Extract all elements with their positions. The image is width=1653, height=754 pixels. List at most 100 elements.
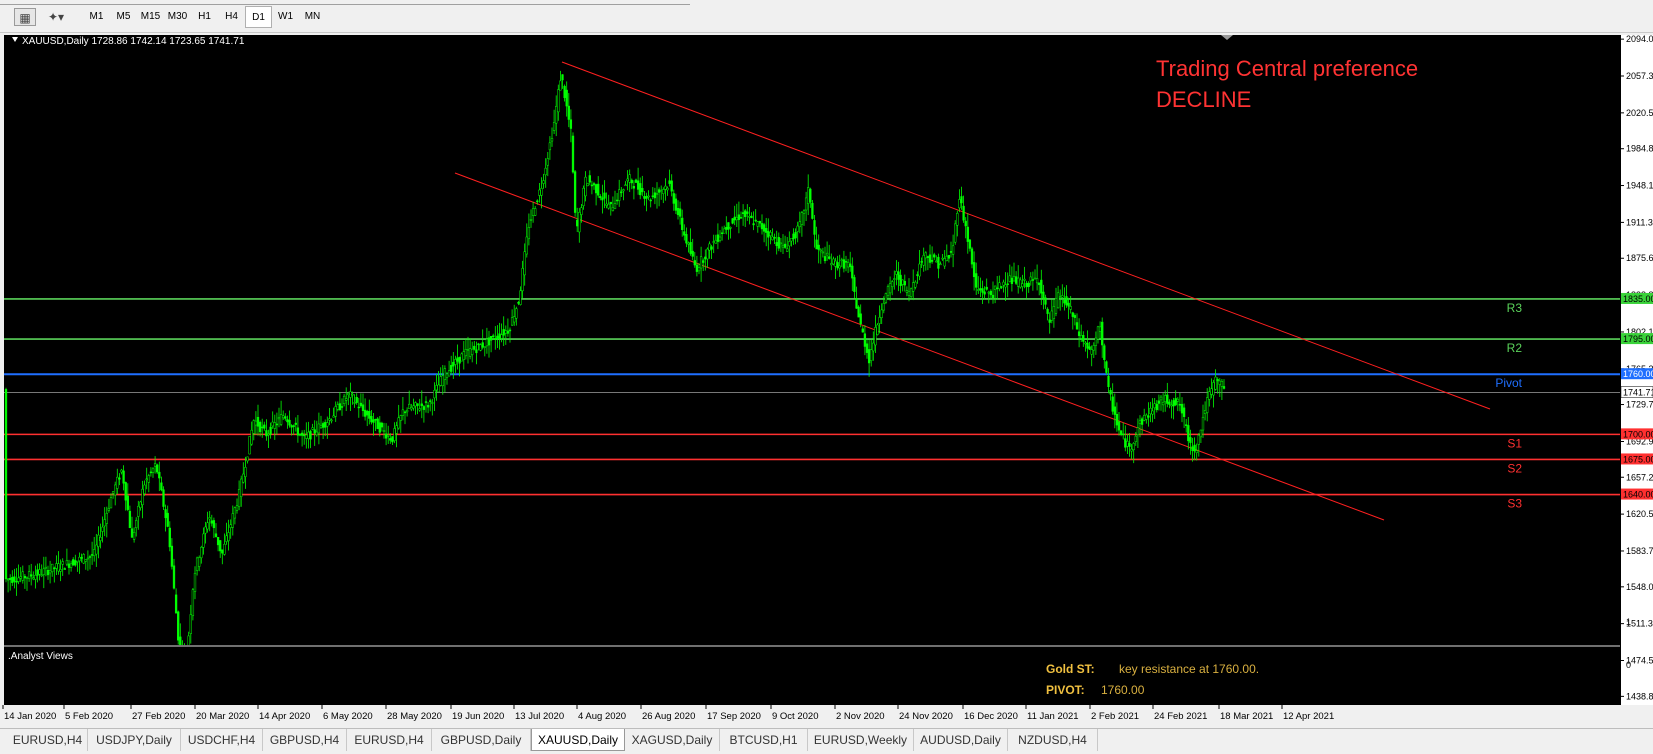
timeframe-m30[interactable]: M30 bbox=[164, 6, 191, 28]
chart-tab-eurusd-h4[interactable]: EURUSD,H4 bbox=[347, 729, 432, 751]
timeframe-mn[interactable]: MN bbox=[299, 6, 326, 28]
candle-body bbox=[340, 406, 344, 408]
candle-body bbox=[741, 212, 745, 214]
candle-body bbox=[198, 557, 201, 567]
candle-body bbox=[116, 476, 119, 489]
chart-tab-usdchf-h4[interactable]: USDCHF,H4 bbox=[181, 729, 263, 751]
channel-upper-line[interactable] bbox=[561, 61, 1491, 410]
candle-body bbox=[809, 188, 812, 203]
timeframe-m15[interactable]: M15 bbox=[137, 6, 164, 28]
candle-body bbox=[1119, 430, 1123, 435]
analyst-views-title: .Analyst Views bbox=[8, 651, 73, 662]
candle-body bbox=[504, 330, 507, 334]
timeframe-d1[interactable]: D1 bbox=[245, 6, 272, 28]
candle-body bbox=[258, 422, 262, 433]
chart-tab-gbpusd-h4[interactable]: GBPUSD,H4 bbox=[263, 729, 347, 751]
price-label-s2: 1675.00 bbox=[1623, 454, 1653, 464]
timeframe-m5[interactable]: M5 bbox=[110, 6, 137, 28]
timeframe-w1[interactable]: W1 bbox=[272, 6, 299, 28]
timeframe-h4[interactable]: H4 bbox=[218, 6, 245, 28]
candle-body bbox=[683, 231, 686, 236]
chart-tab-xagusd-daily[interactable]: XAGUSD,Daily bbox=[625, 729, 720, 751]
candle-body bbox=[1117, 421, 1121, 431]
candle-body bbox=[750, 215, 753, 219]
timeframe-h1[interactable]: H1 bbox=[191, 6, 218, 28]
chart-tab-btcusd-h1[interactable]: BTCUSD,H1 bbox=[720, 729, 808, 751]
candle-body bbox=[345, 398, 348, 401]
chart-canvas[interactable]: XAUUSD,Daily 1728.86 1742.14 1723.65 174… bbox=[4, 35, 1620, 645]
timeframe-m1[interactable]: M1 bbox=[83, 6, 110, 28]
candle-body bbox=[813, 220, 816, 235]
candle-body bbox=[643, 196, 646, 199]
candle-body bbox=[737, 214, 741, 220]
drawing-tools-icon[interactable]: ✦▾ bbox=[42, 8, 70, 26]
candle-body bbox=[200, 546, 203, 559]
chart-tab-xauusd-daily[interactable]: XAUUSD,Daily bbox=[531, 729, 625, 751]
candle-body bbox=[798, 221, 801, 228]
candle-body bbox=[993, 285, 997, 290]
candle-body bbox=[870, 349, 873, 361]
candle-body bbox=[1134, 435, 1137, 442]
candle-body bbox=[651, 195, 654, 198]
candle-body bbox=[1077, 331, 1081, 336]
chart-tab-audusd-daily[interactable]: AUDUSD,Daily bbox=[914, 729, 1008, 751]
candle-body bbox=[1161, 401, 1165, 406]
candle-body bbox=[466, 349, 470, 351]
date-tick-label: 24 Nov 2020 bbox=[899, 711, 953, 722]
candle-body bbox=[1010, 277, 1014, 284]
current-price-label: 1741.71 bbox=[1623, 388, 1653, 398]
chart-tab-nzdusd-h4[interactable]: NZDUSD,H4 bbox=[1008, 729, 1098, 751]
candle-body bbox=[326, 422, 329, 427]
candle-body bbox=[744, 210, 747, 218]
candle-body bbox=[368, 410, 371, 419]
candle-body bbox=[987, 291, 990, 294]
price-scale[interactable]: 2094.05 2057.30 2020.55 1984.80 1948.10 1911.… bbox=[1620, 34, 1653, 705]
chart-collapse-icon[interactable] bbox=[12, 37, 18, 42]
candle-body bbox=[1201, 416, 1205, 431]
candle-body bbox=[933, 254, 936, 258]
candle-body bbox=[1210, 388, 1213, 395]
candle-body bbox=[956, 213, 959, 226]
candle-body bbox=[958, 199, 961, 209]
chart-tab-usdjpy-daily[interactable]: USDJPY,Daily bbox=[88, 729, 181, 751]
candle-body bbox=[905, 290, 909, 293]
candle-body bbox=[46, 570, 50, 576]
candle-body bbox=[447, 370, 451, 377]
level-label-s3: S3 bbox=[1507, 497, 1522, 511]
candle-body bbox=[758, 221, 762, 224]
price-chart[interactable]: XAUUSD,Daily 1728.86 1742.14 1723.65 174… bbox=[4, 35, 1620, 645]
candle-body bbox=[237, 489, 241, 507]
candle-body bbox=[823, 256, 827, 262]
candle-body bbox=[1214, 376, 1217, 390]
candle-body bbox=[937, 256, 940, 269]
candle-body bbox=[590, 184, 594, 187]
chart-type-icon[interactable]: ▦ bbox=[14, 8, 36, 26]
candle-body bbox=[475, 349, 478, 354]
chart-tab-eurusd-h4[interactable]: EURUSD,H4 bbox=[8, 729, 88, 751]
candle-body bbox=[168, 527, 171, 548]
chart-tab-gbpusd-daily[interactable]: GBPUSD,Daily bbox=[432, 729, 531, 751]
candle-body bbox=[865, 343, 869, 353]
candle-body bbox=[435, 385, 438, 391]
candle-body bbox=[975, 273, 978, 288]
channel-lower-line[interactable] bbox=[454, 172, 1385, 521]
candle-body bbox=[1115, 414, 1119, 426]
candle-body bbox=[206, 522, 209, 530]
candlesticks[interactable] bbox=[4, 70, 1226, 645]
candle-body bbox=[918, 263, 921, 277]
candle-body bbox=[17, 577, 20, 582]
candle-body bbox=[639, 183, 642, 196]
candle-body bbox=[828, 256, 831, 259]
candle-body bbox=[779, 242, 783, 245]
candle-body bbox=[19, 576, 22, 579]
candle-body bbox=[1220, 381, 1224, 387]
candle-body bbox=[754, 219, 757, 222]
candle-body bbox=[697, 267, 701, 272]
candle-body bbox=[204, 526, 207, 534]
candle-body bbox=[67, 563, 71, 568]
candle-body bbox=[863, 333, 867, 347]
candle-body bbox=[771, 236, 774, 241]
date-tick-label: 20 Mar 2020 bbox=[196, 711, 249, 722]
candle-body bbox=[1111, 396, 1114, 412]
chart-tab-eurusd-weekly[interactable]: EURUSD,Weekly bbox=[808, 729, 914, 751]
